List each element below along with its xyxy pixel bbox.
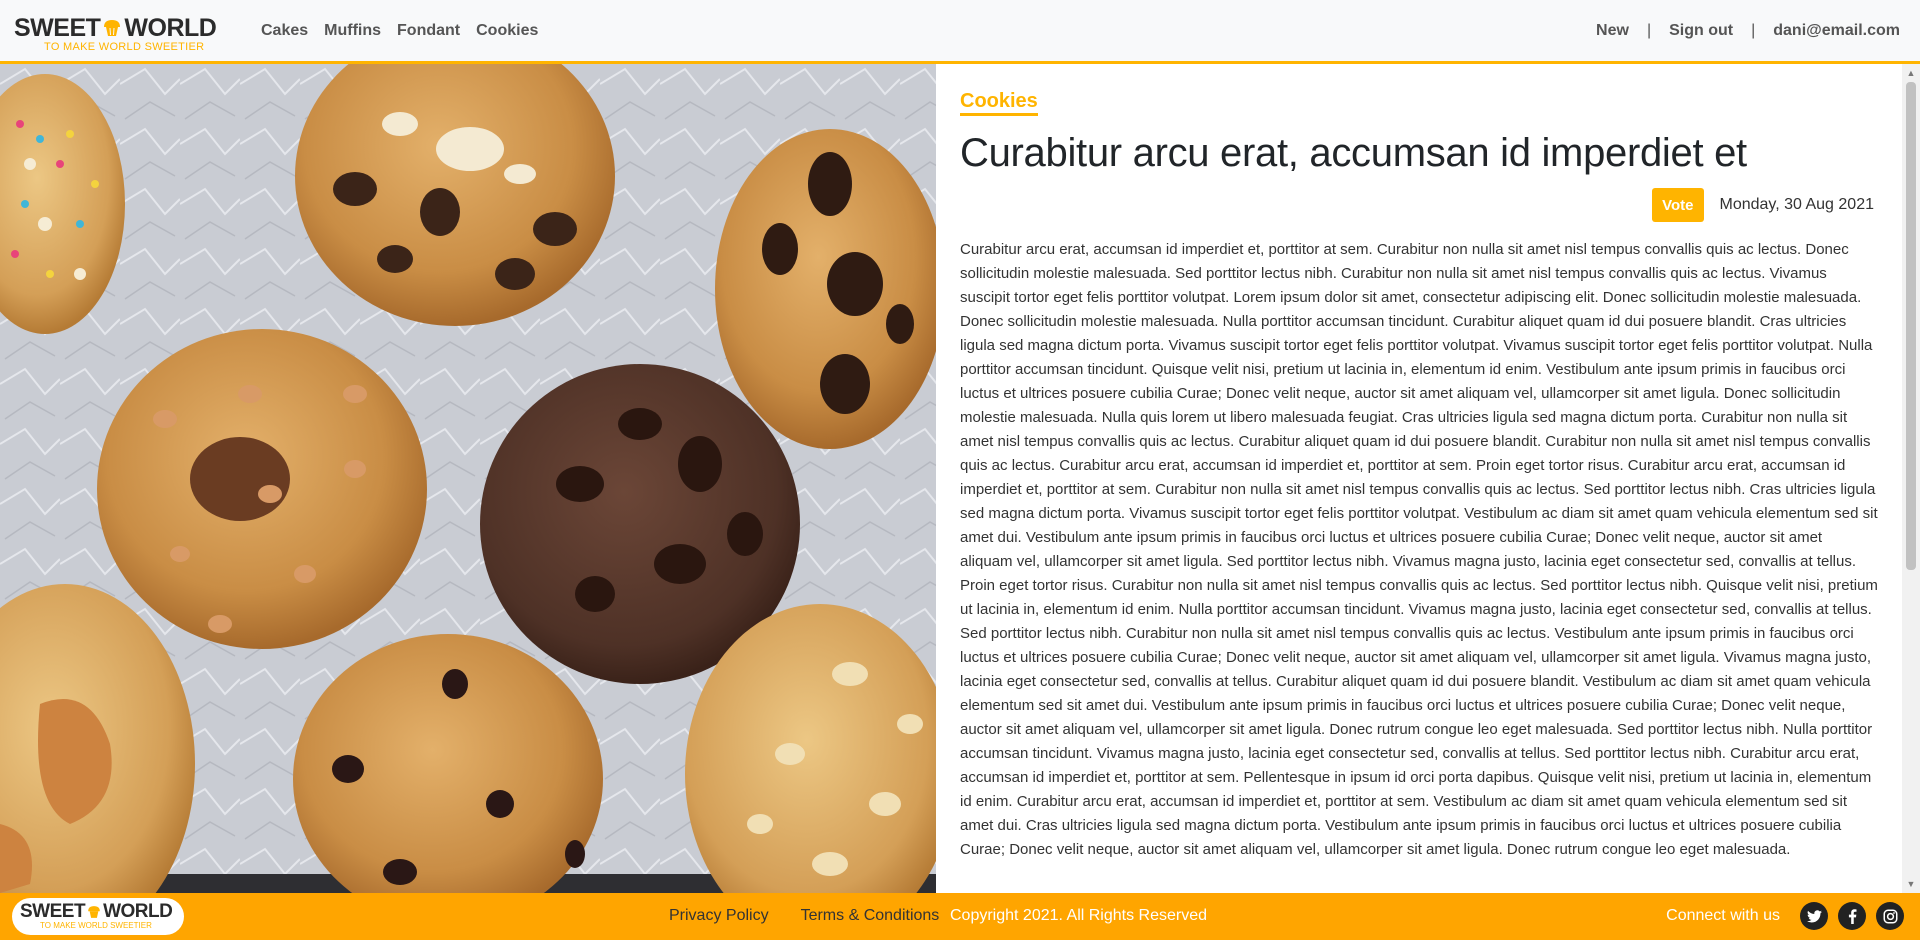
brand-tagline: TO MAKE WORLD SWEETIER — [44, 41, 205, 53]
brand-wordmark: SWEET WORLD — [14, 14, 217, 42]
new-post-link[interactable]: New — [1596, 20, 1629, 42]
footer-links: Privacy Policy Terms & Conditions — [669, 906, 971, 926]
footer-brand-logo[interactable]: SWEET WORLD TO MAKE WORLD SWEETIER — [12, 898, 184, 935]
user-email-link[interactable]: dani@email.com — [1773, 20, 1900, 42]
brand-name-left: SWEET — [14, 14, 101, 42]
scroll-up-arrow-icon[interactable]: ▲ — [1902, 66, 1920, 80]
facebook-icon[interactable] — [1838, 902, 1866, 930]
sign-out-link[interactable]: Sign out — [1669, 20, 1733, 42]
nav-item-cakes[interactable]: Cakes — [261, 20, 308, 42]
instagram-icon[interactable] — [1876, 902, 1904, 930]
terms-conditions-link[interactable]: Terms & Conditions — [801, 906, 940, 926]
nav-item-fondant[interactable]: Fondant — [397, 20, 460, 42]
article-date: Monday, 30 Aug 2021 — [1719, 196, 1875, 213]
article-panel: Cookies Curabitur arcu erat, accumsan id… — [936, 64, 1920, 893]
footer-brand-wordmark: SWEET WORLD — [20, 901, 173, 923]
twitter-icon[interactable] — [1800, 902, 1828, 930]
brand-logo[interactable]: SWEET WORLD TO MAKE WORLD SWEETIER — [14, 14, 236, 53]
main-nav: Cakes Muffins Fondant Cookies — [261, 20, 554, 42]
article-scrollbar[interactable]: ▲ ▼ — [1902, 64, 1920, 893]
privacy-policy-link[interactable]: Privacy Policy — [669, 906, 769, 926]
article-meta: Vote Monday, 30 Aug 2021 — [1652, 188, 1874, 222]
user-nav: New | Sign out | dani@email.com — [1596, 20, 1900, 42]
footer-brand-tagline: TO MAKE WORLD SWEETIER — [40, 921, 152, 930]
footer: SWEET WORLD TO MAKE WORLD SWEETIER Priva… — [0, 893, 1920, 940]
top-navbar: SWEET WORLD TO MAKE WORLD SWEETIER Cakes… — [0, 0, 1920, 64]
nav-separator: | — [1751, 22, 1756, 39]
brand-name-right: WORLD — [124, 14, 217, 42]
scrollbar-thumb[interactable] — [1906, 82, 1916, 570]
article-category-link[interactable]: Cookies — [960, 90, 1038, 116]
connect-label: Connect with us — [1666, 907, 1780, 924]
nav-separator: | — [1646, 22, 1652, 39]
cupcake-icon — [86, 904, 102, 920]
footer-brand-name-right: WORLD — [103, 901, 173, 922]
vote-button[interactable]: Vote — [1652, 188, 1704, 222]
social-links: Connect with us — [1666, 902, 1904, 930]
cupcake-icon — [101, 17, 123, 39]
article-body: Curabitur arcu erat, accumsan id imperdi… — [960, 241, 1878, 858]
nav-item-muffins[interactable]: Muffins — [324, 20, 381, 42]
cookies-photo — [0, 64, 936, 893]
copyright-text: Copyright 2021. All Rights Reserved — [950, 907, 1208, 924]
article-title: Curabitur arcu erat, accumsan id imperdi… — [960, 131, 1747, 175]
nav-item-cookies[interactable]: Cookies — [476, 20, 538, 42]
footer-brand-name-left: SWEET — [20, 901, 86, 922]
article-image — [0, 64, 936, 893]
scroll-down-arrow-icon[interactable]: ▼ — [1902, 877, 1920, 891]
